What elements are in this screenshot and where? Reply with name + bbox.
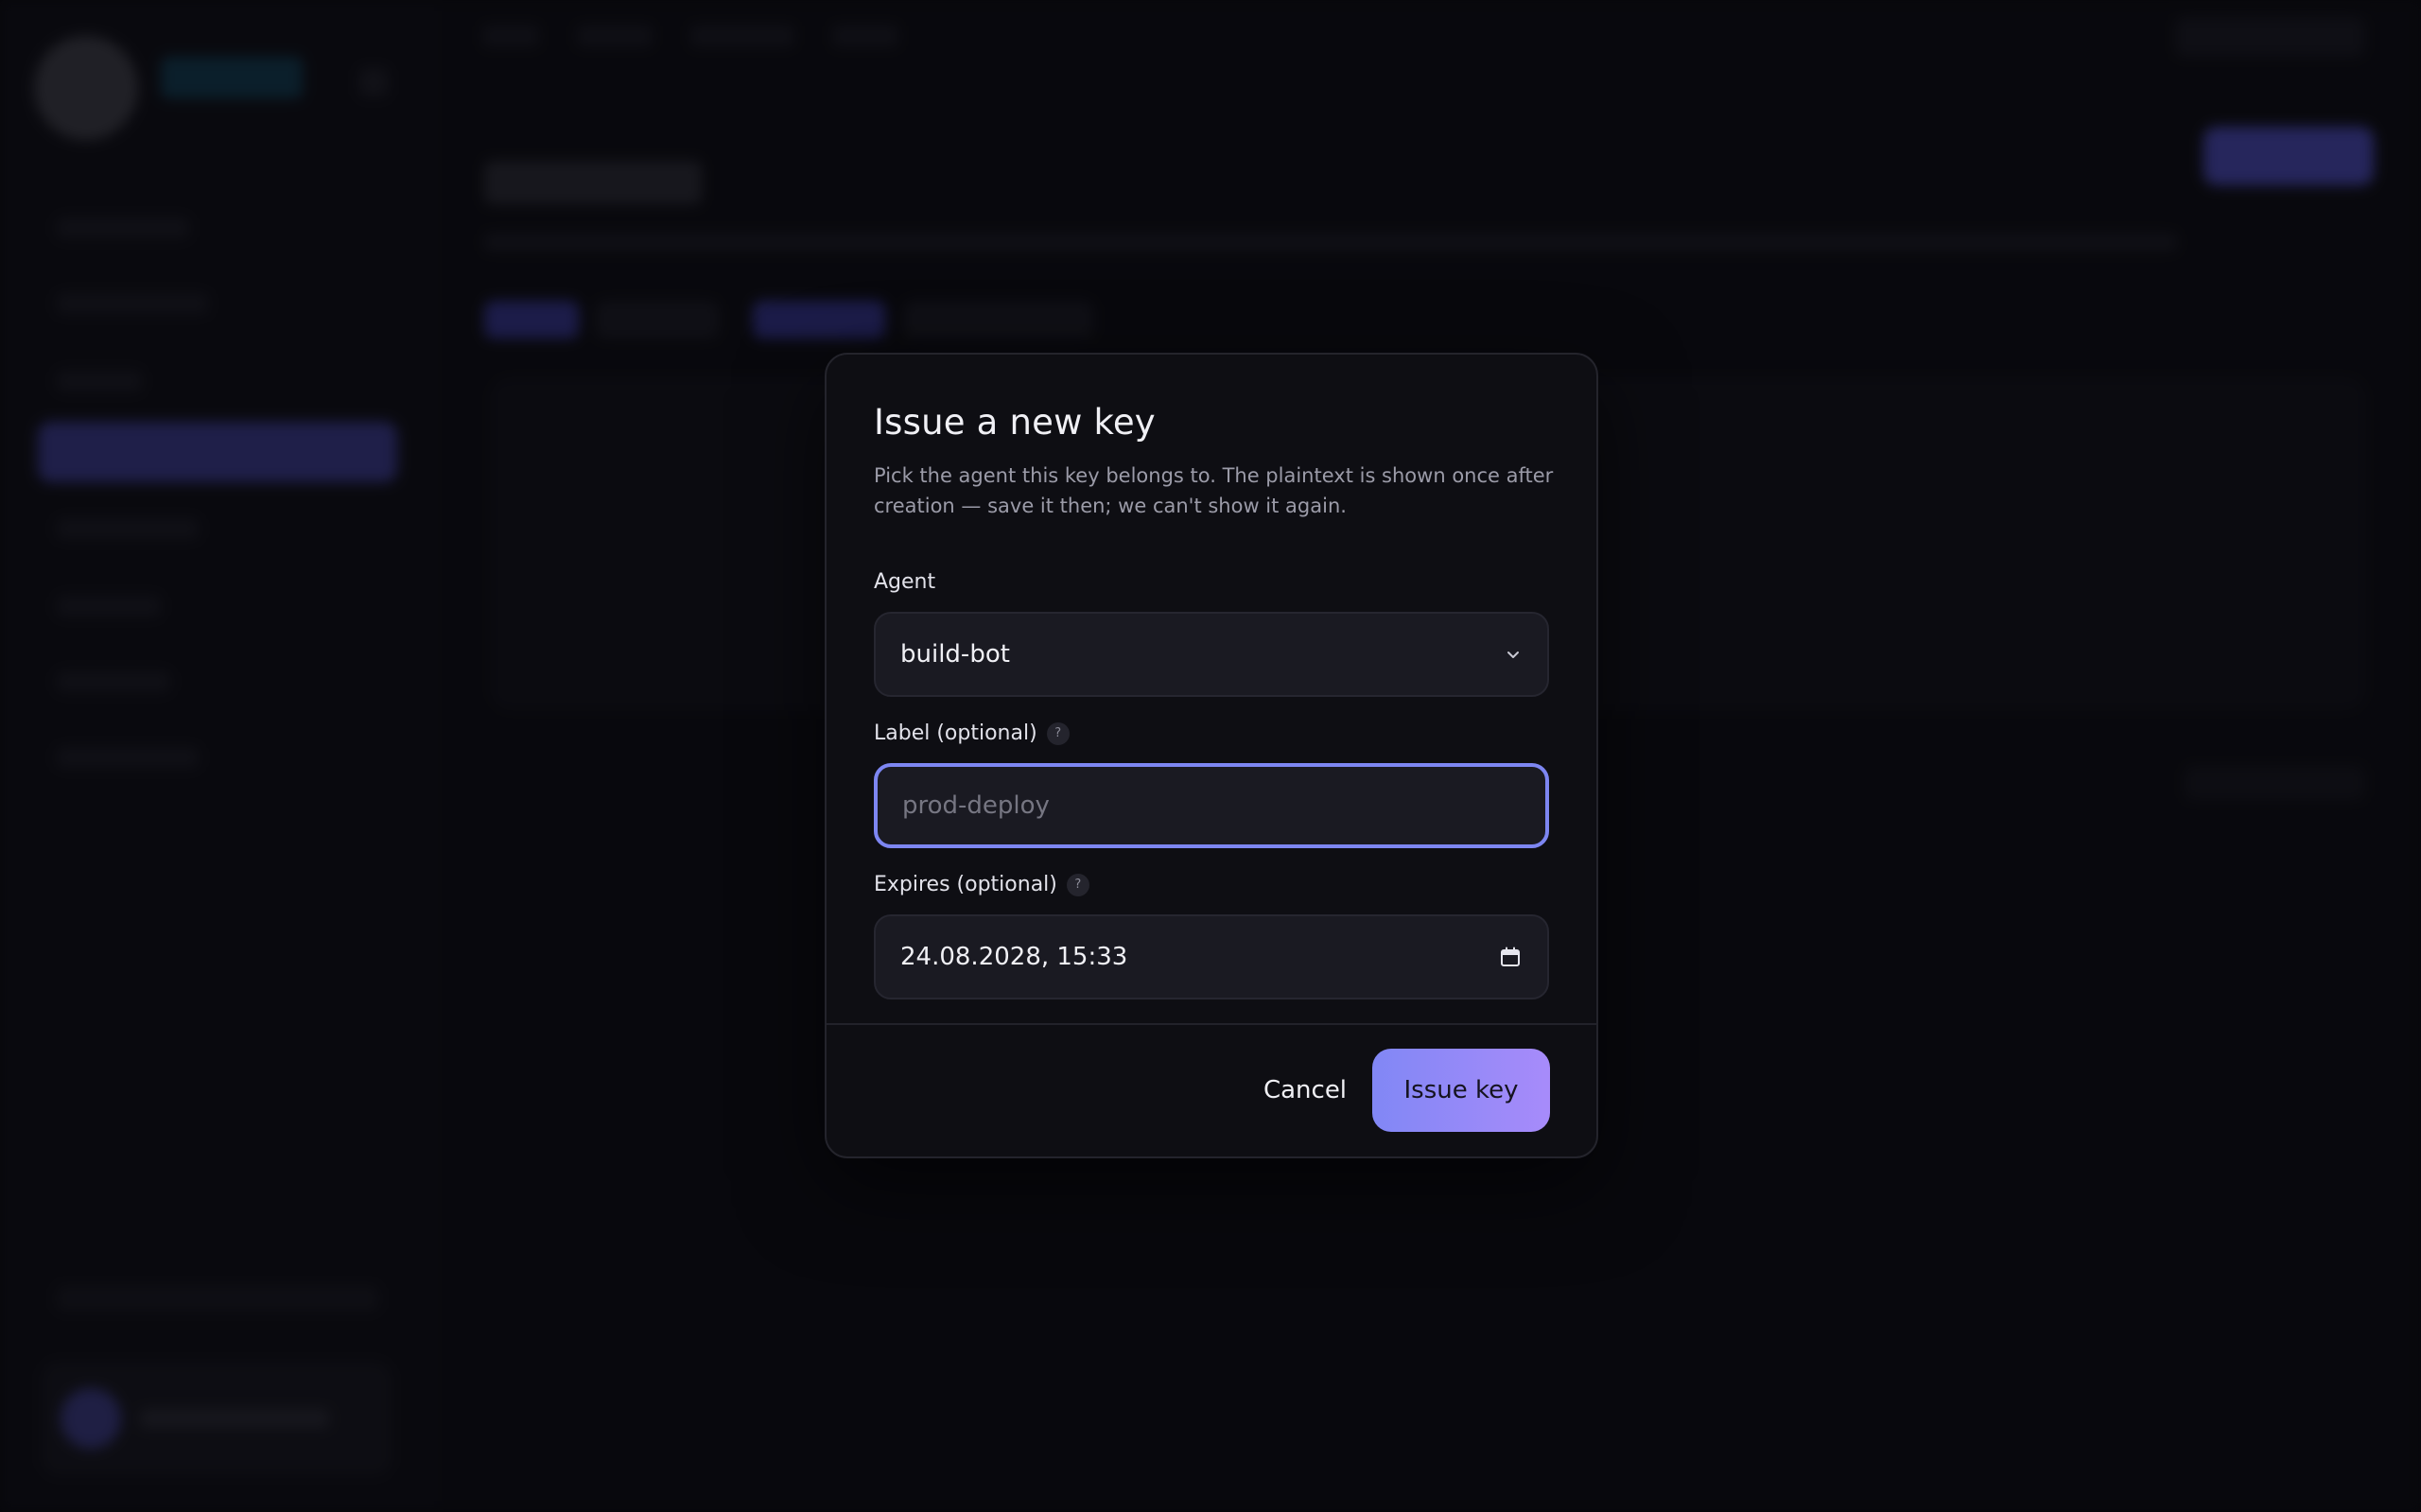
chevron-down-icon	[1504, 645, 1523, 664]
agent-selected-value: build-bot	[900, 640, 1010, 669]
dialog-title: Issue a new key	[874, 402, 1156, 443]
issue-key-button[interactable]: Issue key	[1372, 1049, 1550, 1132]
label-field-label: Label (optional) ?	[874, 721, 1070, 745]
help-icon[interactable]: ?	[1066, 873, 1089, 896]
label-input-wrapper	[874, 763, 1549, 848]
expires-label-text: Expires (optional)	[874, 873, 1057, 896]
dialog-divider	[827, 1023, 1596, 1025]
cancel-button[interactable]: Cancel	[1229, 1049, 1381, 1132]
calendar-icon[interactable]	[1498, 945, 1523, 969]
expires-value: 24.08.2028, 15:33	[900, 943, 1128, 971]
agent-select[interactable]: build-bot	[874, 612, 1549, 697]
help-icon[interactable]: ?	[1046, 721, 1070, 745]
dialog-description: Pick the agent this key belongs to. The …	[874, 464, 1554, 517]
issue-key-dialog: Issue a new key Pick the agent this key …	[825, 353, 1598, 1158]
label-label-text: Label (optional)	[874, 721, 1037, 745]
agent-label-text: Agent	[874, 570, 936, 594]
expires-datetime-input[interactable]: 24.08.2028, 15:33	[874, 914, 1549, 999]
expires-field-label: Expires (optional) ?	[874, 873, 1089, 896]
agent-field-label: Agent	[874, 570, 935, 594]
label-input[interactable]	[900, 791, 1523, 821]
